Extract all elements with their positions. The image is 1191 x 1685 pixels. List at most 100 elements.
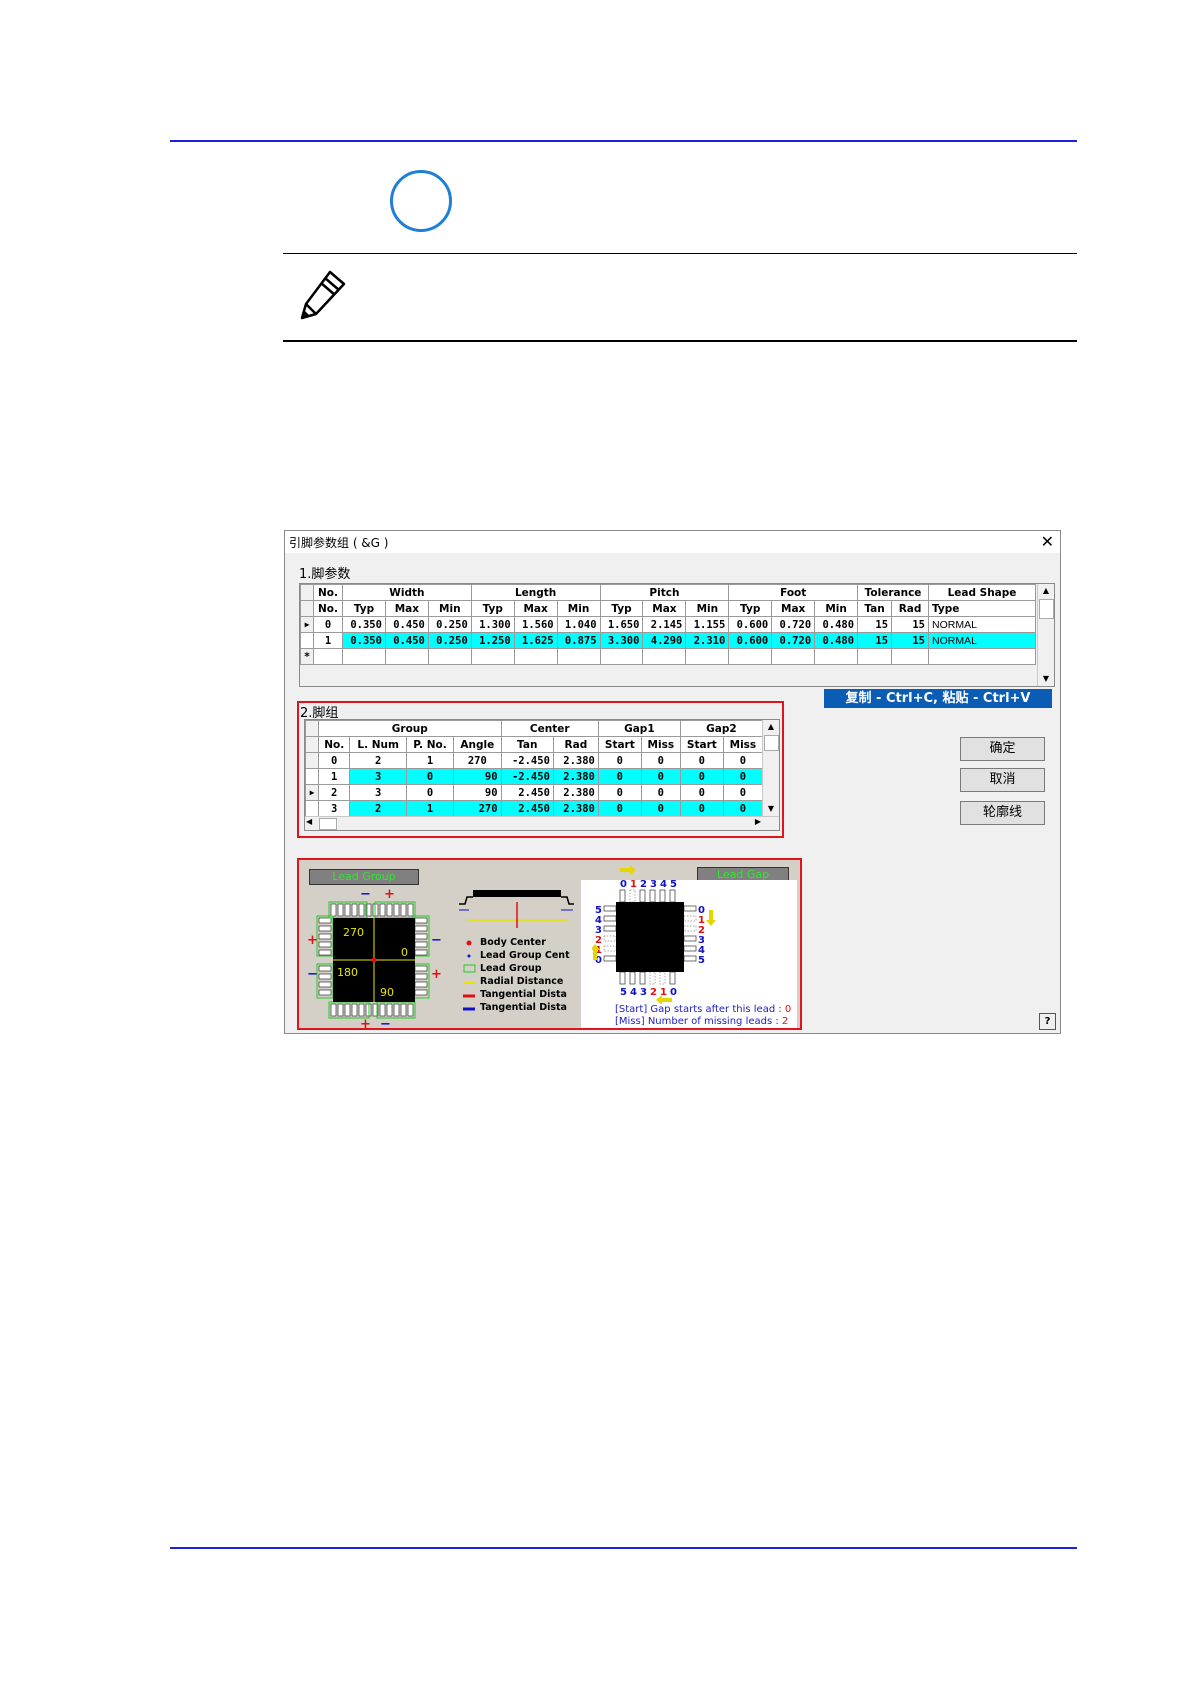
table-header[interactable]: Foot xyxy=(728,584,859,601)
table-subheader[interactable]: Typ xyxy=(470,600,515,617)
table-row[interactable]: 1 3 0 90 -2.450 2.380 0 0 0 0 xyxy=(305,768,764,785)
help-button[interactable]: ? xyxy=(1039,1013,1056,1030)
lead-params-table[interactable]: No. Width Length Pitch Foot Tolerance Le… xyxy=(299,583,1055,687)
table-subheader[interactable]: No. xyxy=(313,600,343,617)
legend-item: Tangential Dista xyxy=(480,989,567,1000)
table-header[interactable]: Width xyxy=(342,584,472,601)
current-row-marker: ▶ xyxy=(300,616,314,633)
cancel-button[interactable]: 取消 xyxy=(960,768,1045,792)
table-subheader[interactable]: Miss xyxy=(722,736,764,753)
table-subheader[interactable]: Start xyxy=(679,736,724,753)
current-row-marker: ▶ xyxy=(305,784,319,801)
lead-params-dialog: 引脚参数组 ( &G ) ✕ 1.脚参数 No. Width Length Pi… xyxy=(284,530,1061,1034)
scroll-down-icon[interactable]: ▼ xyxy=(1038,672,1054,686)
table-subheader[interactable]: No. xyxy=(317,736,351,753)
lead-groups-table[interactable]: Group Center Gap1 Gap2 No. L. Num P. No.… xyxy=(304,719,780,831)
svg-text:3: 3 xyxy=(640,987,647,998)
table-subheader[interactable]: Type xyxy=(928,600,1036,617)
table-subheader[interactable]: Angle xyxy=(453,736,502,753)
table-header[interactable]: No. xyxy=(313,584,343,601)
svg-text:2: 2 xyxy=(650,987,657,998)
table-subheader[interactable]: P. No. xyxy=(405,736,455,753)
table-header[interactable]: Gap1 xyxy=(597,720,681,737)
gap-start-note: [Start] Gap starts after this lead : 0 xyxy=(615,1004,792,1015)
legend-item: Lead Group Cent xyxy=(480,950,570,961)
angle-label: 0 xyxy=(401,946,408,959)
note-bottom-rule xyxy=(283,340,1077,342)
close-icon[interactable]: ✕ xyxy=(1041,532,1054,551)
svg-text:−: − xyxy=(380,1017,391,1029)
table-header[interactable]: Pitch xyxy=(599,584,730,601)
scroll-up-icon[interactable]: ▲ xyxy=(763,720,779,734)
help-diagram-panel: Lead Group Lead Gap 270 0 180 90 − + + −… xyxy=(297,858,802,1030)
table-subheader[interactable]: Typ xyxy=(342,600,386,617)
table-subheader[interactable]: Rad xyxy=(552,736,599,753)
svg-text:0: 0 xyxy=(670,987,677,998)
dialog-titlebar: 引脚参数组 ( &G ) ✕ xyxy=(285,531,1060,553)
lead-group-label: Lead Group xyxy=(309,869,419,885)
table-subheader[interactable]: Min xyxy=(814,600,859,617)
svg-text:5: 5 xyxy=(698,955,705,966)
svg-text:−: − xyxy=(360,887,371,902)
header-rule xyxy=(170,140,1077,142)
svg-text:+: + xyxy=(384,887,395,902)
table-subheader[interactable]: Tan xyxy=(500,736,554,753)
scroll-thumb[interactable] xyxy=(319,818,337,830)
table-subheader[interactable]: Max xyxy=(771,600,816,617)
svg-text:1: 1 xyxy=(630,879,637,890)
scroll-right-icon[interactable]: ▶ xyxy=(755,817,761,826)
table-subheader[interactable]: Typ xyxy=(599,600,644,617)
table-row[interactable]: ▶ 2 3 0 90 2.450 2.380 0 0 0 0 xyxy=(305,784,764,801)
lead-groups-highlight: 2.脚组 Group Center Gap1 Gap2 No. L. Num P… xyxy=(297,701,784,838)
scroll-down-icon[interactable]: ▼ xyxy=(763,802,779,816)
table-subheader[interactable]: Tan xyxy=(857,600,893,617)
svg-text:5: 5 xyxy=(620,987,627,998)
footer-rule xyxy=(170,1547,1077,1549)
scroll-thumb[interactable] xyxy=(1039,599,1054,619)
table-subheader[interactable]: Max xyxy=(513,600,558,617)
legend-item: Tangential Dista xyxy=(480,1002,567,1013)
lead-gap-chip-diagram: 0 1 2 3 4 5 0 1 2 3 4 5 5 4 3 2 1 0 5 4 … xyxy=(592,865,716,1004)
table-row[interactable]: 0 2 1 270 -2.450 2.380 0 0 0 0 xyxy=(305,752,764,769)
scroll-thumb[interactable] xyxy=(764,735,779,751)
svg-text:−: − xyxy=(307,967,318,982)
svg-text:0: 0 xyxy=(620,879,627,890)
table-subheader[interactable]: Rad xyxy=(891,600,929,617)
new-row-marker: * xyxy=(300,648,314,665)
table-header[interactable]: Gap2 xyxy=(679,720,764,737)
table-subheader[interactable]: L. Num xyxy=(349,736,407,753)
svg-text:−: − xyxy=(431,933,442,948)
table-subheader[interactable]: Max xyxy=(384,600,429,617)
table-subheader[interactable]: Min xyxy=(685,600,730,617)
table-subheader[interactable]: Min xyxy=(427,600,472,617)
scroll-left-icon[interactable]: ◀ xyxy=(306,817,312,826)
new-row[interactable]: * xyxy=(300,648,1036,665)
table-header[interactable]: Lead Shape xyxy=(928,584,1036,601)
table-subheader[interactable]: Typ xyxy=(728,600,773,617)
table-header[interactable]: Group xyxy=(318,720,502,737)
outline-button[interactable]: 轮廓线 xyxy=(960,801,1045,825)
table-subheader[interactable]: Max xyxy=(642,600,687,617)
svg-text:+: + xyxy=(431,967,442,982)
scroll-up-icon[interactable]: ▲ xyxy=(1038,584,1054,598)
table-subheader[interactable]: Min xyxy=(556,600,601,617)
circle-icon xyxy=(390,170,452,232)
svg-text:2: 2 xyxy=(640,879,647,890)
table-row[interactable]: ▶ 0 0.350 0.450 0.250 1.300 1.560 1.040 … xyxy=(300,616,1036,633)
dialog-title: 引脚参数组 ( &G ) xyxy=(289,536,389,550)
legend-symbols xyxy=(463,940,476,1011)
table-header[interactable]: Center xyxy=(500,720,599,737)
svg-text:3: 3 xyxy=(650,879,657,890)
table-row[interactable]: 1 0.350 0.450 0.250 1.250 1.625 0.875 3.… xyxy=(300,632,1036,649)
horizontal-scrollbar[interactable]: ◀ ▶ xyxy=(305,816,779,830)
table-header[interactable]: Tolerance xyxy=(857,584,929,601)
table-row[interactable]: 3 2 1 270 2.450 2.380 0 0 0 0 xyxy=(305,800,764,817)
table-subheader[interactable]: Start xyxy=(597,736,642,753)
vertical-scrollbar[interactable]: ▲ ▼ xyxy=(1037,584,1054,686)
svg-text:+: + xyxy=(360,1017,371,1029)
table-subheader[interactable]: Miss xyxy=(640,736,681,753)
vertical-scrollbar[interactable]: ▲ ▼ xyxy=(762,720,779,816)
ok-button[interactable]: 确定 xyxy=(960,737,1045,761)
table-header[interactable]: Length xyxy=(470,584,601,601)
svg-text:4: 4 xyxy=(630,987,637,998)
